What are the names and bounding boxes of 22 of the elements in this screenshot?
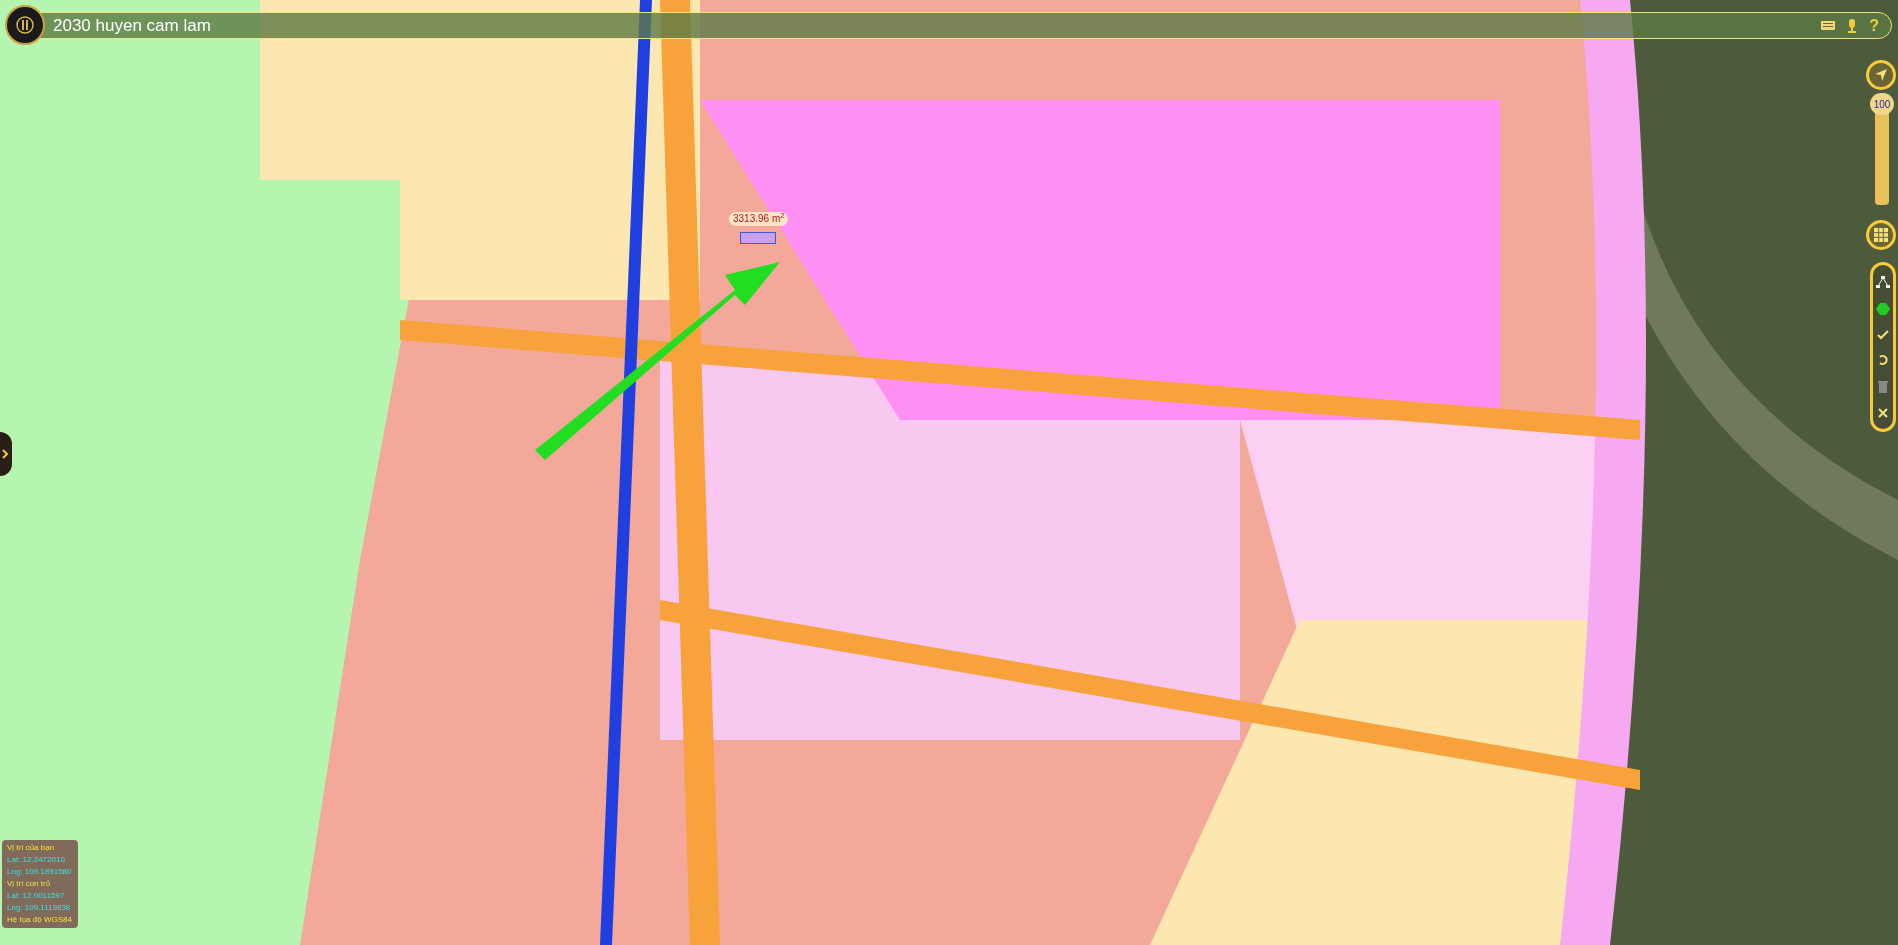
network-icon[interactable]: [1876, 276, 1890, 289]
window-title: 2030 huyen cam lam: [53, 14, 211, 37]
grid-icon: [1874, 228, 1888, 242]
coordinate-value: Lat: 12.0011597: [7, 891, 66, 901]
coordinates-heading: Vị trí con trỏ: [7, 879, 52, 889]
undo-icon[interactable]: [1877, 354, 1889, 367]
keyboard-icon[interactable]: [1821, 21, 1836, 30]
coordinate-value: Lat: 12.2472010: [7, 855, 66, 865]
measurement-polygon[interactable]: [740, 232, 776, 244]
coordinate-value: Lng: 109.1119838: [7, 903, 72, 913]
navigation-arrow-icon: [1874, 68, 1888, 82]
check-icon[interactable]: [1877, 329, 1889, 340]
logo-icon: [16, 16, 34, 34]
microphone-icon[interactable]: [1847, 18, 1858, 33]
trash-icon[interactable]: [1878, 380, 1888, 393]
coordinates-heading: Hệ tọa độ WGS84: [7, 915, 73, 925]
coordinate-value: Lng: 109.1891580: [7, 867, 73, 877]
coordinates-heading: Vị trí của bạn: [7, 843, 56, 853]
area-label: 3313.96 m$^{2}$: [729, 212, 789, 226]
hexagon-icon[interactable]: [1876, 303, 1890, 315]
close-icon[interactable]: [1878, 407, 1888, 418]
chevron-right-icon: [2, 449, 9, 459]
